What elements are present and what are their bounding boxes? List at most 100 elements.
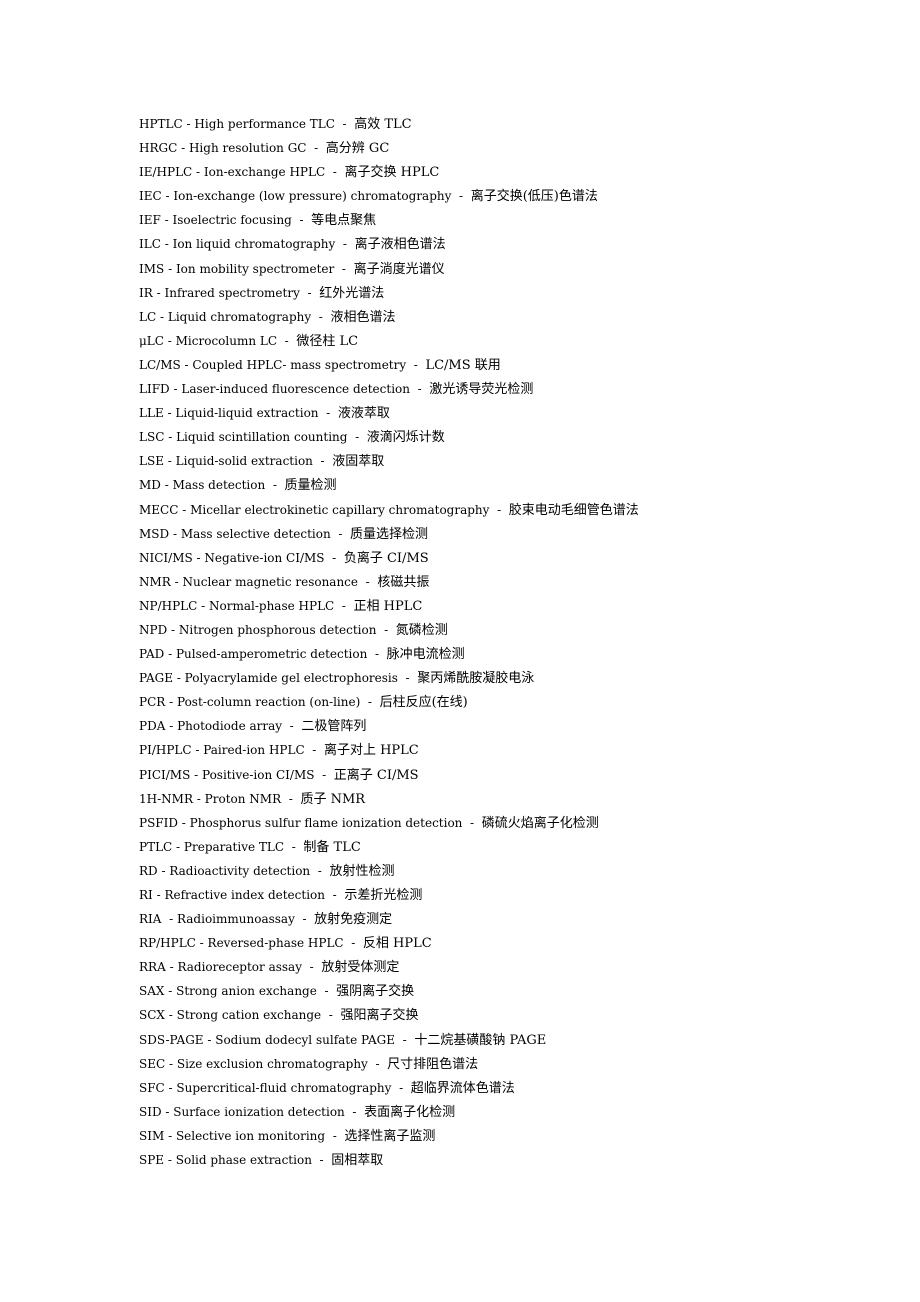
entry-english-term: Surface ionization detection [173,1104,345,1119]
entry-separator: - [304,743,324,758]
entry-chinese-term: 离子淌度光谱仪 [353,261,445,277]
glossary-entry: RD - Radioactivity detection - 放射性检测 [139,861,839,885]
entry-separator: - [160,213,173,228]
entry-abbreviation: PI/HPLC [139,743,192,758]
entry-separator: - [311,1153,332,1168]
entry-separator: - [284,839,304,854]
entry-abbreviation: IEF [139,213,161,228]
entry-english-term: Selective ion monitoring [175,1128,326,1143]
entry-separator: - [164,1128,176,1143]
entry-separator: - [281,791,301,806]
entry-separator: - [311,309,331,324]
entry-chinese-term: 胶束电动毛细管色谱法 [508,502,639,518]
entry-abbreviation: HPTLC [139,117,183,131]
entry-chinese-term: 微径柱 LC [296,333,359,349]
entry-chinese-term: 质量选择检测 [350,526,429,542]
entry-separator: - [165,719,178,734]
entry-abbreviation: LSE [139,454,164,469]
entry-abbreviation: PAGE [139,671,173,686]
entry-english-term: Polyacrylamide gel electrophoresis [184,671,398,686]
glossary-entry: PICI/MS - Positive-ion CI/MS - 正离子 CI/MS [139,765,839,789]
glossary-entry: HRGC - High resolution GC - 高分辨 GC [139,138,839,162]
entry-separator: - [318,406,338,421]
entry-separator: - [462,815,482,830]
entry-english-term: Ion liquid chromatography [172,237,336,252]
entry-abbreviation: RD [139,863,158,878]
entry-separator: - [192,550,205,565]
glossary-entry: SPE - Solid phase extraction - 固相萃取 [139,1150,839,1174]
entry-abbreviation: LIFD [139,382,170,397]
entry-english-term: Strong anion exchange [176,984,317,999]
entry-english-term: Strong cation exchange [176,1008,322,1023]
entry-english-term: Radioactivity detection [169,863,311,878]
entry-separator: - [182,117,195,131]
entry-separator: - [197,598,209,613]
entry-english-term: Solid phase extraction [175,1153,312,1168]
entry-abbreviation: RRA [139,960,166,975]
entry-separator: - [343,936,363,951]
entry-separator: - [299,285,320,300]
entry-chinese-term: 液固萃取 [332,454,385,470]
glossary-entry: PDA - Photodiode array - 二极管阵列 [139,716,839,740]
entry-separator: - [164,1153,176,1168]
entry-english-term: Mass detection [172,478,266,493]
entry-separator: - [367,647,387,662]
entry-english-term: Normal-phase HPLC [209,598,335,613]
entry-separator: - [310,863,330,878]
entry-separator: - [160,237,173,252]
glossary-entry: SEC - Size exclusion chromatography - 尺寸… [139,1054,839,1078]
glossary-entry: 1H-NMR - Proton NMR - 质子 NMR [139,789,839,813]
entry-english-term: Laser-induced fluorescence detection [181,382,410,397]
entry-separator: - [277,333,297,348]
entry-chinese-term: 质量检测 [284,478,337,494]
entry-abbreviation: RI [139,888,153,902]
entry-chinese-term: 脉冲电流检测 [386,647,465,663]
entry-english-term: Nuclear magnetic resonance [182,574,359,589]
entry-english-term: Ion mobility spectrometer [175,261,335,276]
entry-separator: - [391,1080,411,1095]
entry-separator: - [344,1104,365,1119]
entry-chinese-term: 离子液相色谱法 [354,237,446,253]
entry-separator: - [191,743,204,758]
entry-separator: - [165,912,177,927]
entry-english-term: Preparative TLC [183,839,285,854]
entry-english-term: Refractive index detection [164,888,325,902]
entry-separator: - [334,261,354,276]
entry-separator: - [180,357,193,372]
entry-separator: - [397,671,418,686]
entry-separator: - [192,791,205,806]
entry-abbreviation: RP/HPLC [139,936,196,951]
entry-separator: - [177,141,189,156]
glossary-entry: IEC - Ion-exchange (low pressure) chroma… [139,186,839,210]
entry-separator: - [324,550,344,565]
entry-abbreviation: SEC [139,1056,166,1071]
entry-separator: - [312,454,333,469]
entry-separator: - [489,502,509,517]
entry-english-term: Phosphorus sulfur flame ionization detec… [189,815,463,830]
entry-abbreviation: IR [139,285,153,300]
entry-english-term: Liquid chromatography [167,309,312,324]
entry-chinese-term: 放射免疫测定 [314,912,393,928]
entry-separator: - [165,695,177,710]
entry-abbreviation: SDS-PAGE [139,1032,204,1047]
entry-separator: - [177,815,190,830]
glossary-entry: SIM - Selective ion monitoring - 选择性离子监测 [139,1126,839,1150]
entry-chinese-term: 高效 TLC [354,117,412,132]
entry-separator: - [161,1104,174,1119]
entry-english-term: Proton NMR [204,791,282,806]
entry-separator: - [172,839,184,854]
entry-separator: - [164,1008,177,1023]
entry-chinese-term: 激光诱导荧光检测 [429,382,534,398]
entry-abbreviation: MECC [139,502,179,517]
entry-abbreviation: NICI/MS [139,550,193,565]
entry-separator: - [152,285,165,300]
entry-separator: - [347,430,367,445]
entry-abbreviation: IEC [139,189,162,204]
entry-english-term: Nitrogen phosphorous detection [178,622,377,637]
glossary-entry: NMR - Nuclear magnetic resonance - 核磁共振 [139,572,839,596]
glossary-entry: MD - Mass detection - 质量检测 [139,475,839,499]
glossary-entry: NICI/MS - Negative-ion CI/MS - 负离子 CI/MS [139,548,839,572]
entry-separator: - [164,647,176,662]
entry-separator: - [358,574,378,589]
entry-separator: - [163,333,176,348]
